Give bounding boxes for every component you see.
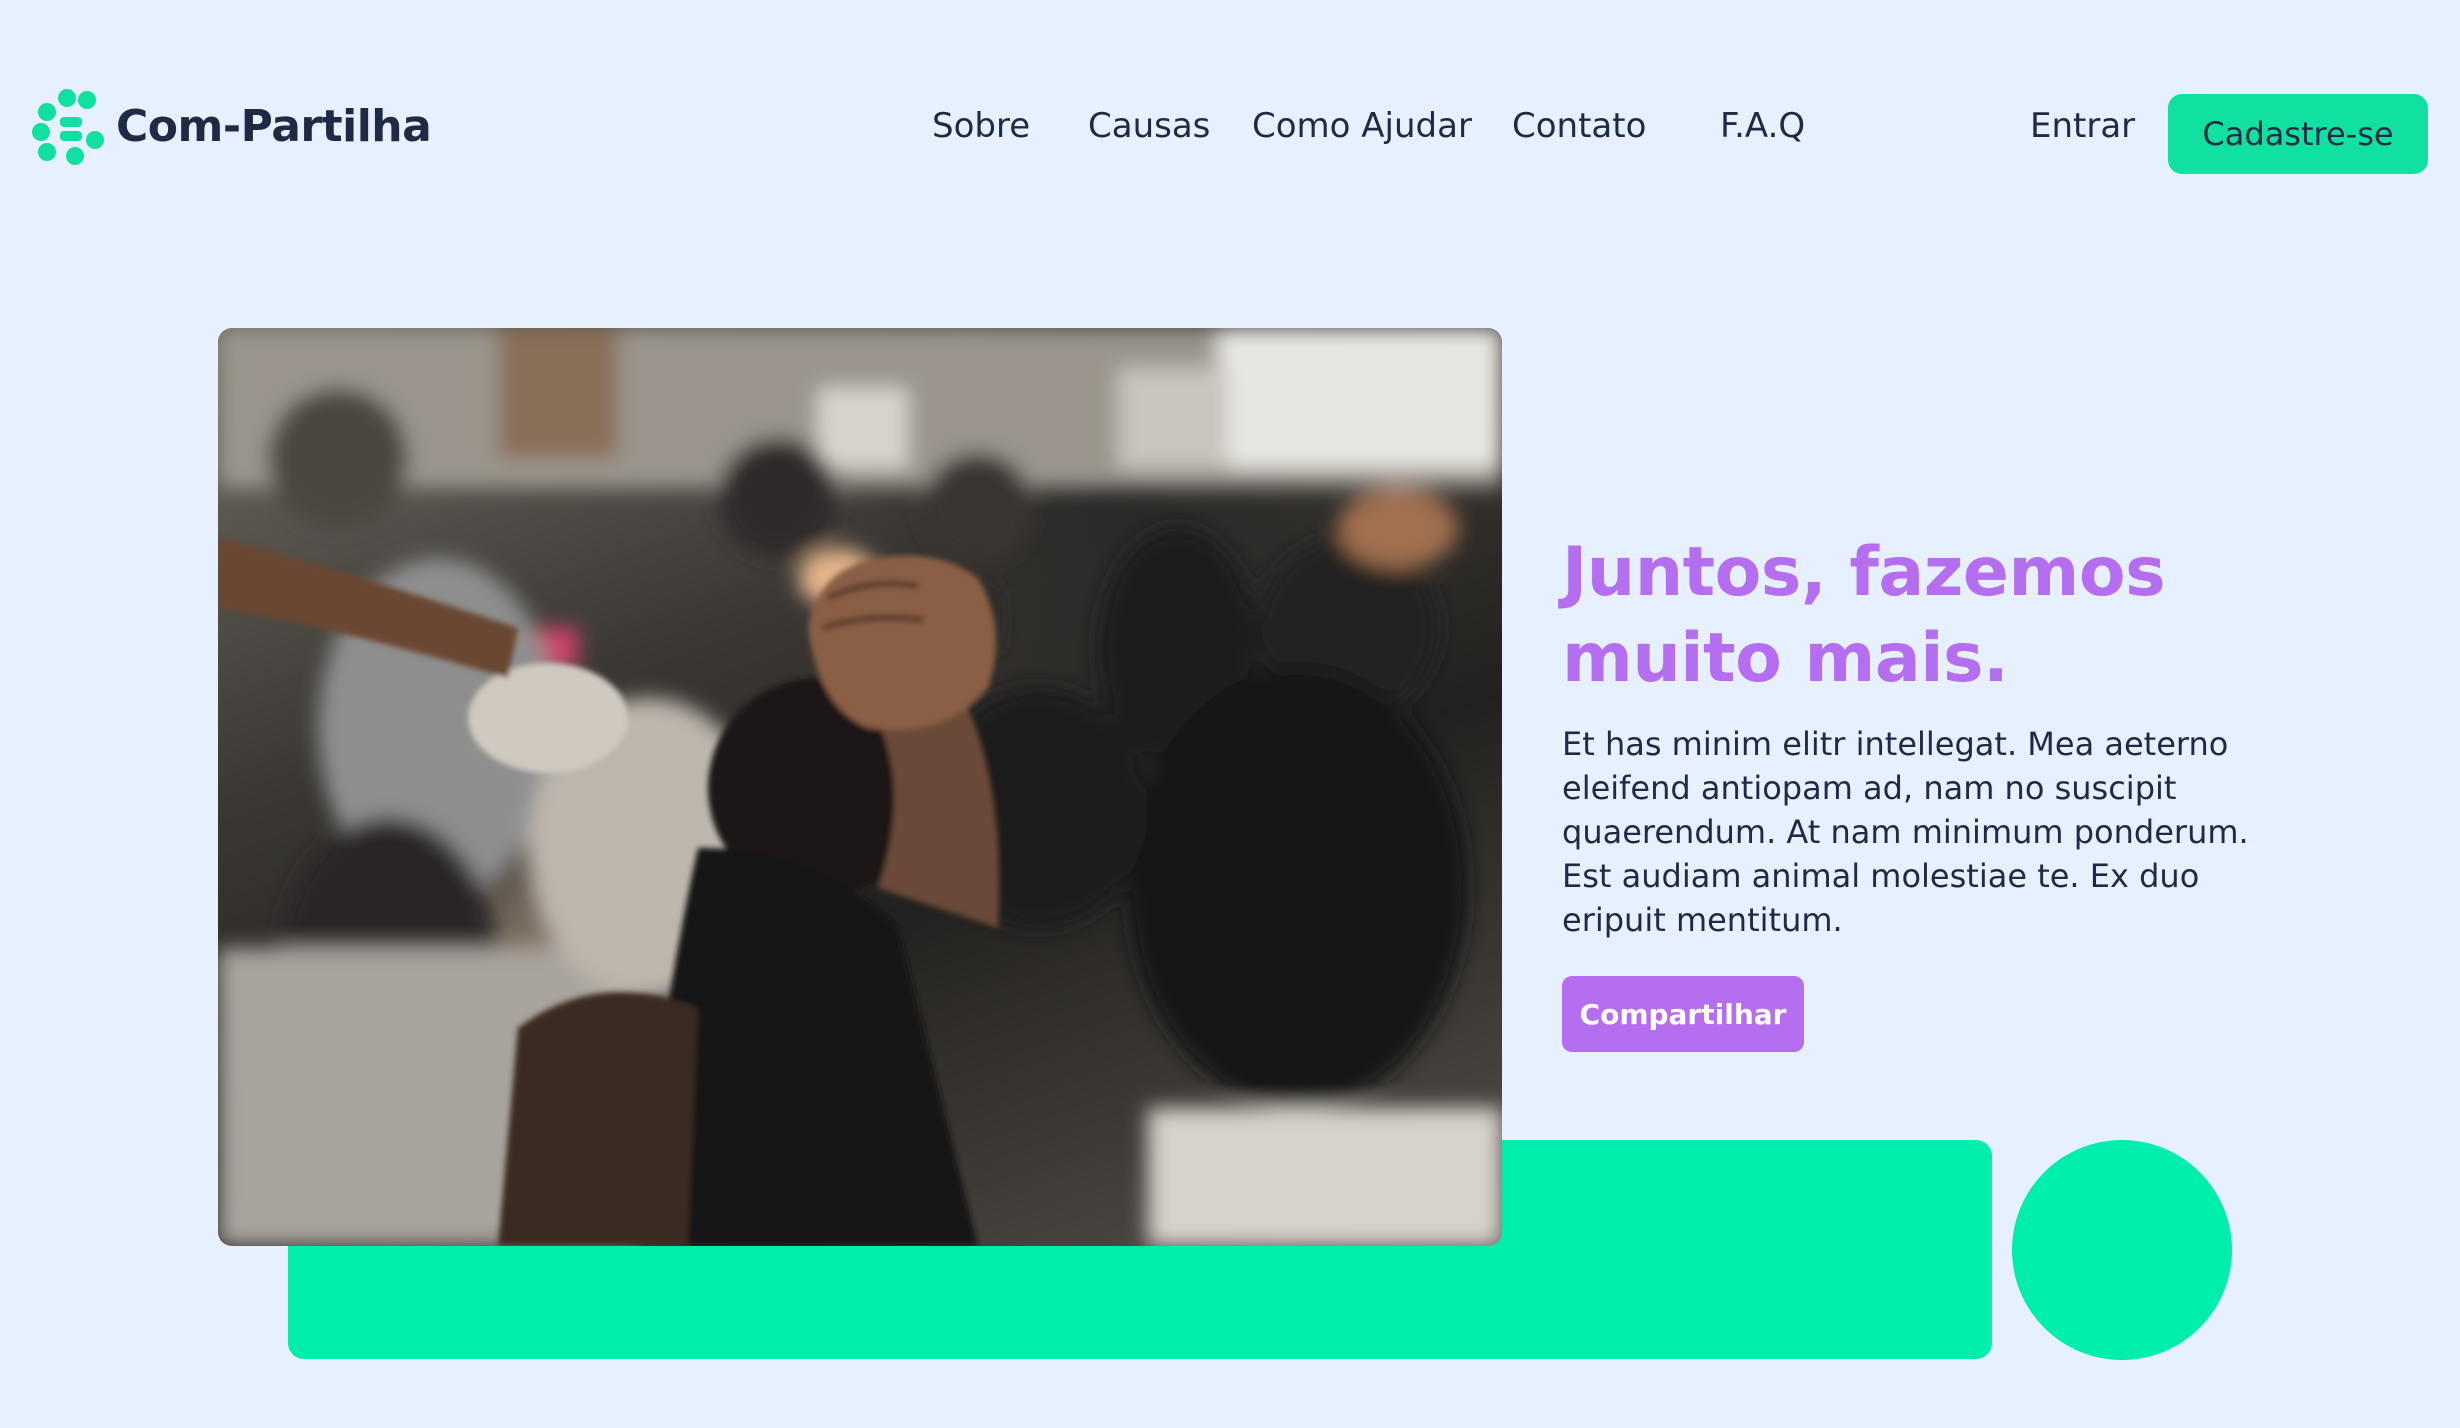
hero-title: Juntos, fazemos muito mais. xyxy=(1562,533,2166,698)
logo-text: Com-Partilha xyxy=(116,100,432,152)
decorative-green-circle xyxy=(2012,1140,2232,1360)
signin-link[interactable]: Entrar xyxy=(2030,106,2135,146)
hero-image xyxy=(218,328,1502,1246)
dots-logo-icon xyxy=(30,87,108,165)
hero-description: Et has minim elitr intellegat. Mea aeter… xyxy=(1562,725,2249,939)
nav-item-faq[interactable]: F.A.Q xyxy=(1720,106,1805,146)
nav-item-como-ajudar[interactable]: Como Ajudar xyxy=(1252,106,1472,146)
nav-item-contato[interactable]: Contato xyxy=(1512,106,1646,146)
logo[interactable]: Com-Partilha xyxy=(30,86,432,166)
nav-item-sobre[interactable]: Sobre xyxy=(932,106,1030,146)
share-button[interactable]: Compartilhar xyxy=(1562,976,1804,1052)
nav-item-causas[interactable]: Causas xyxy=(1088,106,1210,146)
signup-button[interactable]: Cadastre-se xyxy=(2168,94,2428,174)
